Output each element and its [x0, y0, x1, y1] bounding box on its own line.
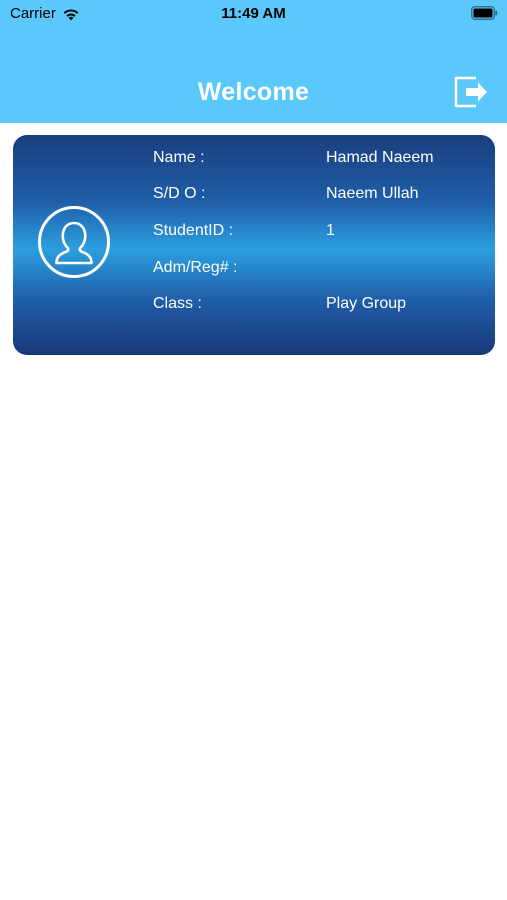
status-bar: Carrier 11:49 AM	[0, 0, 507, 28]
info-row-student-id: StudentID : 1	[153, 222, 483, 244]
info-row-class: Class : Play Group	[153, 295, 483, 317]
name-label: Name :	[153, 149, 205, 166]
logout-icon[interactable]	[452, 74, 490, 110]
info-row-parent: S/D O : Naeem Ullah	[153, 185, 483, 207]
user-avatar-icon	[38, 206, 110, 278]
student-id-label: StudentID :	[153, 222, 234, 239]
page-title: Welcome	[197, 78, 310, 106]
name-value: Hamad Naeem	[326, 149, 434, 166]
status-time: 11:49 AM	[221, 5, 286, 22]
app-header: Carrier 11:49 AM Welcome	[0, 0, 507, 123]
adm-reg-label: Adm/Reg# :	[153, 259, 238, 276]
info-row-name: Name : Hamad Naeem	[153, 149, 483, 171]
battery-icon	[471, 6, 498, 20]
student-info-card: Name : Hamad Naeem S/D O : Naeem Ullah S…	[13, 135, 495, 355]
parent-value: Naeem Ullah	[326, 185, 419, 202]
student-profile-screen: Carrier 11:49 AM Welcome Name: Hamad Na…	[0, 0, 507, 900]
info-row-adm-reg: Adm/Reg# :	[153, 259, 483, 281]
class-value: Play Group	[326, 295, 407, 312]
parent-label: S/D O :	[153, 185, 206, 202]
student-id-value: 1	[326, 222, 335, 239]
class-label: Class :	[153, 295, 202, 312]
